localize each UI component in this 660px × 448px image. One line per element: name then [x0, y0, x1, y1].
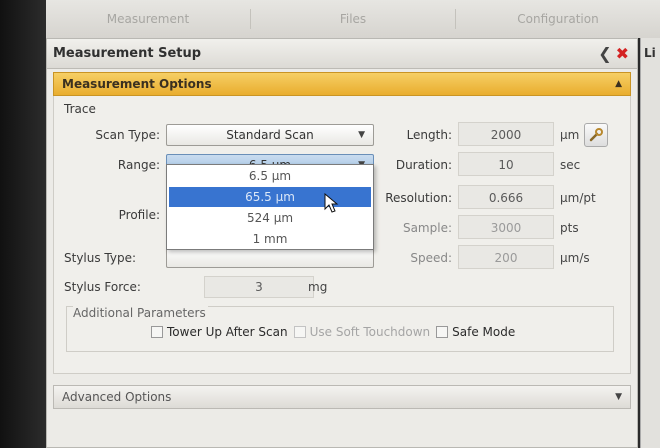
stylus-force-unit: mg: [308, 280, 328, 294]
length-unit: µm: [560, 128, 580, 142]
duration-unit: sec: [560, 158, 581, 172]
resolution-label: Resolution:: [385, 191, 452, 205]
measurement-setup-panel: Measurement Setup ❮ ✖ Measurement Option…: [46, 38, 638, 448]
resolution-value: 0.666: [488, 191, 524, 205]
close-icon[interactable]: ✖: [616, 45, 629, 62]
wrench-icon-graphic: [589, 128, 603, 142]
panel-title: Measurement Setup: [53, 46, 202, 61]
sample-unit: pts: [560, 221, 579, 235]
tab-configuration[interactable]: Configuration: [456, 9, 660, 29]
triangle-down-icon[interactable]: ▼: [615, 392, 622, 402]
checkbox-box: [436, 326, 449, 338]
tab-measurement[interactable]: Measurement: [46, 9, 251, 29]
measurement-options-body: Trace Scan Type: Range: Profile: Stylus …: [53, 96, 631, 374]
soft-touchdown-label: Use Soft Touchdown: [309, 325, 431, 339]
checkbox-box: [293, 326, 306, 338]
section-title: Measurement Options: [62, 77, 212, 91]
soft-touchdown-checkbox: Use Soft Touchdown: [293, 325, 431, 339]
duration-label: Duration:: [395, 158, 452, 172]
right-panel-title: Li: [644, 46, 656, 60]
chevron-left-icon[interactable]: ❮: [598, 45, 611, 62]
length-value: 2000: [490, 128, 522, 142]
stylus-force-label: Stylus Force:: [64, 280, 141, 294]
range-option-selected[interactable]: 65.5 µm: [169, 187, 371, 207]
range-option[interactable]: 524 µm: [169, 208, 371, 228]
scan-type-value: Standard Scan: [226, 128, 314, 142]
range-dropdown-list: 6.5 µm 65.5 µm 524 µm 1 mm: [166, 164, 374, 250]
length-label: Length:: [406, 128, 452, 142]
sample-label: Sample:: [402, 221, 452, 235]
screen-bezel: [0, 0, 46, 448]
tower-up-checkbox[interactable]: Tower Up After Scan: [151, 325, 288, 339]
triangle-up-icon[interactable]: ▲: [615, 79, 622, 89]
checkbox-box: [151, 326, 163, 338]
safe-mode-label: Safe Mode: [452, 325, 516, 339]
speed-unit: µm/s: [560, 251, 590, 265]
duration-value: 10: [498, 158, 514, 172]
main-tab-bar: Measurement Files Configuration: [46, 0, 660, 38]
resolution-unit: µm/pt: [560, 191, 596, 205]
advanced-options-header[interactable]: Advanced Options ▼: [53, 385, 631, 409]
profile-label: Profile:: [118, 208, 160, 222]
stylus-type-label: Stylus Type:: [64, 251, 137, 265]
panel-header: Measurement Setup ❮ ✖: [47, 39, 637, 69]
safe-mode-checkbox[interactable]: Safe Mode: [436, 325, 515, 339]
speed-value: 200: [494, 251, 518, 265]
chevron-down-icon: ▼: [358, 130, 365, 140]
scan-type-select[interactable]: Standard Scan ▼: [166, 124, 374, 146]
advanced-options-title: Advanced Options: [62, 390, 172, 404]
right-panel-edge: Li: [640, 38, 660, 448]
additional-parameters-title: Additional Parameters: [73, 306, 208, 320]
range-label: Range:: [117, 158, 160, 172]
speed-label: Speed:: [410, 251, 452, 265]
scan-type-label: Scan Type:: [95, 128, 160, 142]
trace-group-label: Trace: [64, 102, 96, 116]
measurement-options-header[interactable]: Measurement Options ▲: [53, 72, 631, 96]
tower-up-label: Tower Up After Scan: [167, 325, 288, 339]
additional-parameters-group: Additional Parameters Tower Up After Sca…: [66, 306, 614, 352]
range-option[interactable]: 6.5 µm: [169, 166, 371, 186]
tab-files[interactable]: Files: [251, 9, 456, 29]
stylus-force-value: 3: [255, 280, 263, 294]
sample-value: 3000: [490, 221, 522, 235]
wrench-icon[interactable]: [584, 123, 608, 147]
range-option[interactable]: 1 mm: [169, 229, 371, 249]
mouse-pointer-icon: [324, 193, 339, 213]
